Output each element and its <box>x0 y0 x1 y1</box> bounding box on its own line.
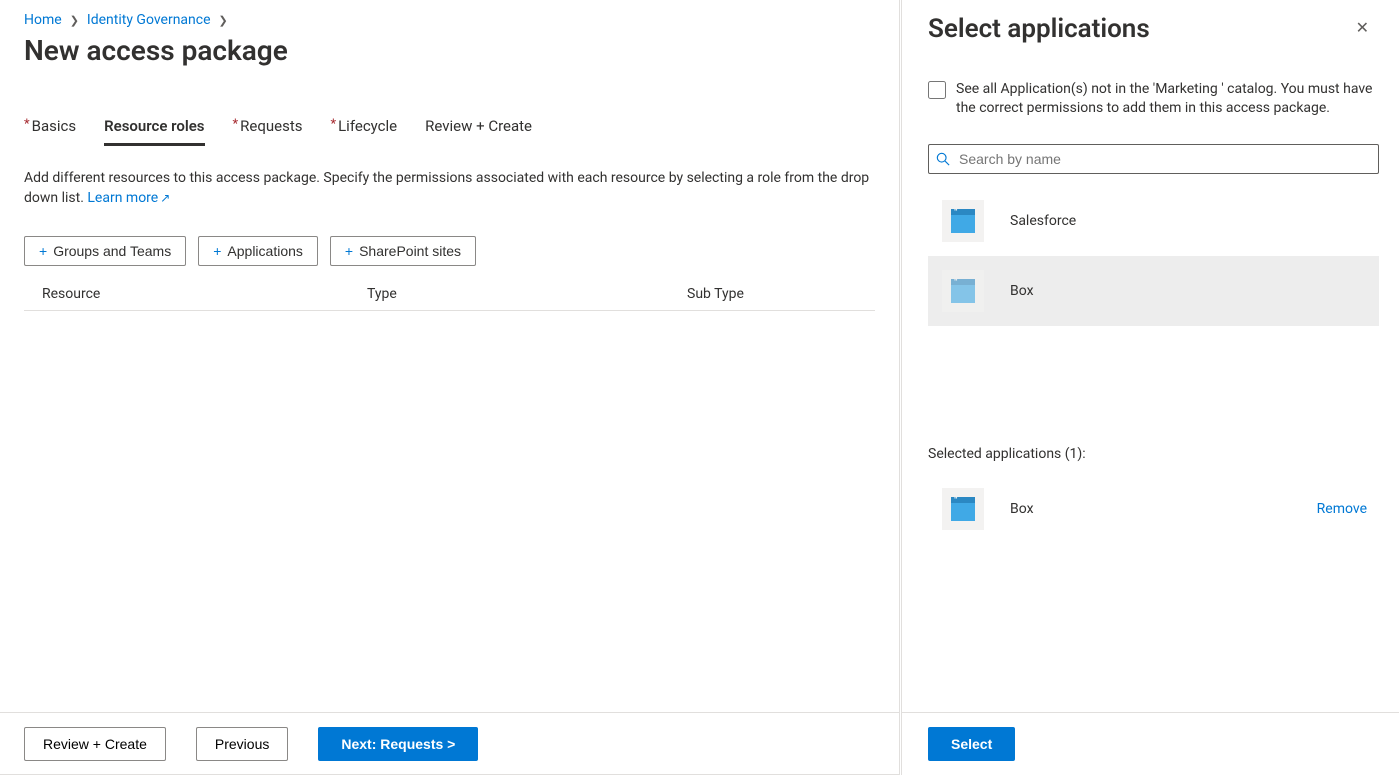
app-item-salesforce[interactable]: Salesforce <box>928 186 1379 256</box>
see-all-applications-label: See all Application(s) not in the 'Marke… <box>956 80 1379 118</box>
panel-title: Select applications <box>928 14 1150 44</box>
page-title: New access package <box>24 34 875 67</box>
tab-basics-label: Basics <box>32 117 77 135</box>
panel-footer: Select <box>902 712 1399 775</box>
footer: Review + Create Previous Next: Requests … <box>0 712 899 774</box>
chevron-right-icon: ❯ <box>70 14 79 27</box>
panel-header: Select applications ✕ <box>902 0 1399 44</box>
col-type: Type <box>367 286 687 302</box>
previous-button[interactable]: Previous <box>196 727 288 761</box>
tab-lifecycle-label: Lifecycle <box>338 117 397 135</box>
add-sharepoint-button[interactable]: + SharePoint sites <box>330 236 476 266</box>
next-button[interactable]: Next: Requests > <box>318 727 478 761</box>
selected-app-item: Box Remove <box>928 478 1379 540</box>
learn-more-link[interactable]: Learn more↗ <box>87 190 170 206</box>
app-label: Salesforce <box>1010 213 1076 229</box>
app-icon <box>942 270 984 312</box>
panel-body: See all Application(s) not in the 'Marke… <box>902 44 1399 712</box>
tab-resource-roles[interactable]: Resource roles <box>104 117 204 146</box>
col-resource: Resource <box>42 286 367 302</box>
select-applications-panel: Select applications ✕ See all Applicatio… <box>901 0 1399 775</box>
external-link-icon: ↗ <box>160 191 170 205</box>
see-all-checkbox-row: See all Application(s) not in the 'Marke… <box>928 80 1379 118</box>
table-header: Resource Type Sub Type <box>24 278 875 311</box>
tab-review-create-label: Review + Create <box>425 117 532 135</box>
breadcrumb-home[interactable]: Home <box>24 12 62 28</box>
sharepoint-label: SharePoint sites <box>359 243 461 259</box>
chevron-right-icon: ❯ <box>219 14 228 27</box>
learn-more-label: Learn more <box>87 190 158 206</box>
search-box <box>928 144 1379 174</box>
groups-teams-label: Groups and Teams <box>53 243 171 259</box>
breadcrumb: Home ❯ Identity Governance ❯ <box>24 12 875 28</box>
app-item-box[interactable]: Box <box>928 256 1379 326</box>
tab-basics[interactable]: *Basics <box>24 117 76 146</box>
tab-resource-roles-label: Resource roles <box>104 117 204 135</box>
search-icon <box>936 152 950 166</box>
see-all-applications-checkbox[interactable] <box>928 81 946 99</box>
applications-label: Applications <box>227 243 303 259</box>
review-create-button[interactable]: Review + Create <box>24 727 166 761</box>
search-input[interactable] <box>928 144 1379 174</box>
selected-applications-section: Selected applications (1): Box Remove <box>928 446 1379 540</box>
tab-review-create[interactable]: Review + Create <box>425 117 532 146</box>
resource-buttons: + Groups and Teams + Applications + SharePo… <box>24 236 875 266</box>
add-groups-teams-button[interactable]: + Groups and Teams <box>24 236 186 266</box>
app-icon <box>942 200 984 242</box>
plus-icon: + <box>213 243 221 259</box>
application-list: Salesforce Box <box>928 186 1379 326</box>
tab-requests[interactable]: *Requests <box>233 117 303 146</box>
tabs: *Basics Resource roles *Requests *Lifecy… <box>24 117 875 146</box>
tab-lifecycle[interactable]: *Lifecycle <box>330 117 397 146</box>
breadcrumb-identity-governance[interactable]: Identity Governance <box>87 12 211 28</box>
selected-applications-title: Selected applications (1): <box>928 446 1379 462</box>
tab-requests-label: Requests <box>240 117 302 135</box>
add-applications-button[interactable]: + Applications <box>198 236 318 266</box>
plus-icon: + <box>345 243 353 259</box>
close-icon[interactable]: ✕ <box>1352 14 1373 42</box>
selected-app-label: Box <box>1010 501 1291 517</box>
plus-icon: + <box>39 243 47 259</box>
col-subtype: Sub Type <box>687 286 875 302</box>
help-text: Add different resources to this access p… <box>24 168 875 208</box>
app-icon <box>942 488 984 530</box>
app-label: Box <box>1010 283 1034 299</box>
select-button[interactable]: Select <box>928 727 1015 761</box>
remove-link[interactable]: Remove <box>1317 501 1367 517</box>
main-content: Home ❯ Identity Governance ❯ New access … <box>0 0 900 775</box>
